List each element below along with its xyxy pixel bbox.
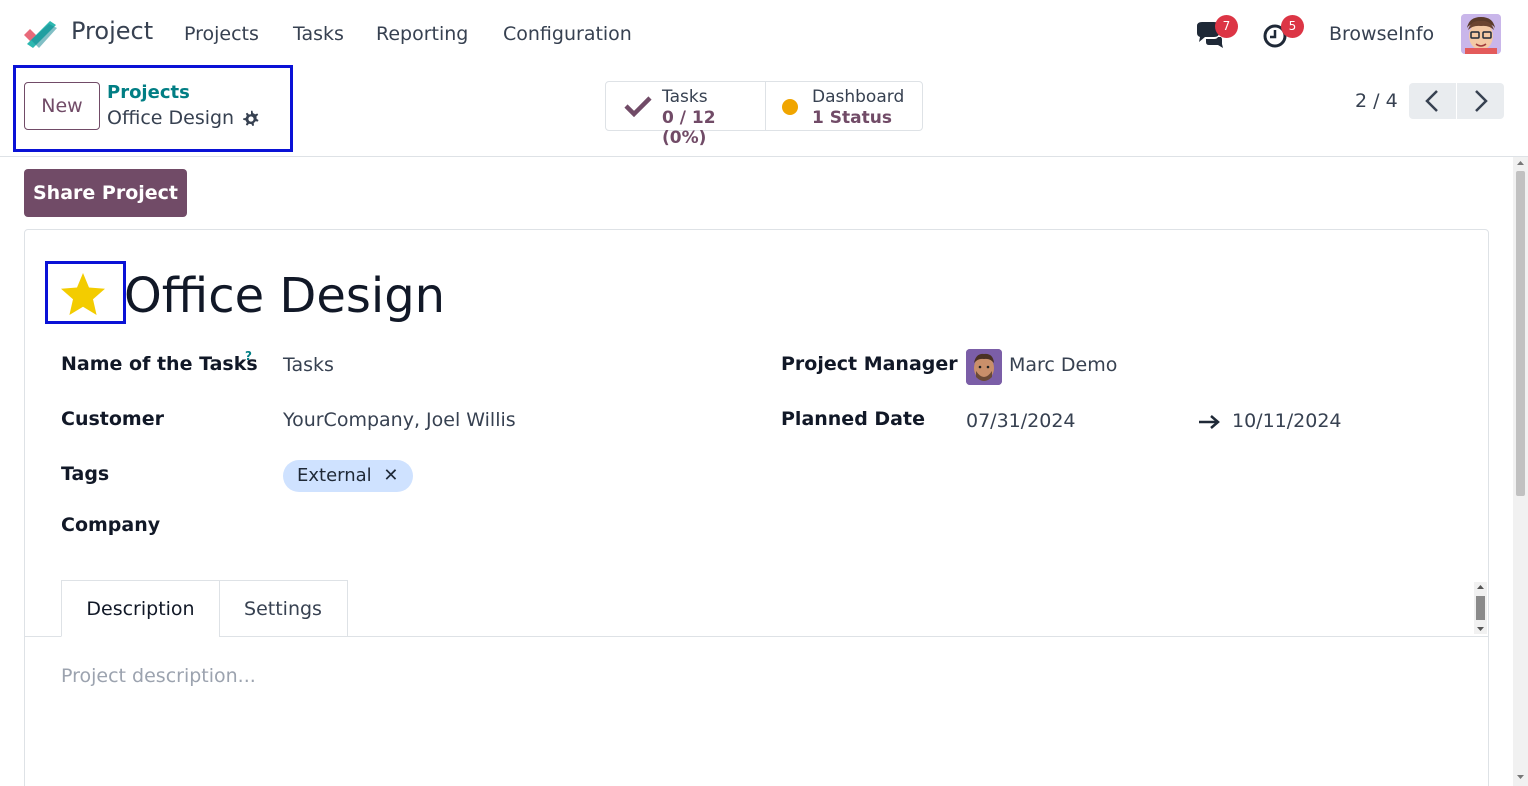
tabs-scrollbar-thumb[interactable]	[1476, 596, 1485, 620]
gear-icon[interactable]	[242, 110, 260, 128]
favorite-star-icon[interactable]	[60, 272, 106, 316]
menu-tasks[interactable]: Tasks	[293, 23, 344, 45]
page-scroll-up-icon[interactable]	[1517, 160, 1524, 166]
tags-label: Tags	[61, 463, 110, 485]
dashboard-stat-value: 1 Status	[812, 108, 892, 128]
dashboard-stat-label: Dashboard	[812, 87, 905, 107]
project-manager-field[interactable]: Marc Demo	[1009, 354, 1117, 376]
top-navbar: Project Projects Tasks Reporting Configu…	[0, 0, 1528, 68]
tasks-stat-value: 0 / 12 (0%)	[662, 108, 716, 148]
pager-value[interactable]: 2 / 4	[1355, 90, 1398, 112]
app-name[interactable]: Project	[71, 17, 153, 45]
status-dot-icon	[782, 99, 798, 115]
page-scrollbar[interactable]	[1513, 157, 1528, 786]
pager-previous-button[interactable]	[1409, 83, 1456, 119]
menu-reporting[interactable]: Reporting	[376, 23, 468, 45]
description-editor[interactable]: Project description...	[61, 665, 256, 687]
page-scrollbar-thumb[interactable]	[1516, 171, 1525, 496]
dashboard-stat-button[interactable]: Dashboard 1 Status	[765, 81, 923, 131]
chevron-right-icon	[1475, 90, 1488, 112]
tag-external[interactable]: External ✕	[283, 460, 413, 492]
manager-avatar-icon	[966, 349, 1002, 385]
manager-avatar	[966, 349, 1002, 385]
chevron-left-icon	[1425, 90, 1438, 112]
messages-badge: 7	[1215, 15, 1238, 38]
activities-badge: 5	[1281, 15, 1304, 38]
menu-configuration[interactable]: Configuration	[503, 23, 632, 45]
planned-date-label: Planned Date	[781, 408, 925, 430]
company-label: Company	[61, 514, 161, 536]
breadcrumb-current: Office Design	[107, 107, 235, 129]
scroll-down-icon[interactable]	[1477, 626, 1484, 632]
tasks-stat-label: Tasks	[662, 87, 708, 107]
tasks-stat-button[interactable]: Tasks 0 / 12 (0%)	[605, 81, 766, 148]
project-title[interactable]: Office Design	[124, 268, 445, 324]
tasks-name-field[interactable]: Tasks	[283, 354, 334, 376]
tabs-scrollbar[interactable]	[1474, 582, 1487, 634]
scroll-up-icon[interactable]	[1477, 584, 1484, 590]
project-manager-label: Project Manager	[781, 353, 958, 375]
tab-settings[interactable]: Settings	[219, 580, 348, 637]
menu-projects[interactable]: Projects	[184, 23, 259, 45]
check-icon	[624, 96, 652, 117]
customer-label: Customer	[61, 408, 164, 430]
breadcrumb-projects-link[interactable]: Projects	[107, 82, 190, 103]
user-avatar-icon	[1461, 14, 1501, 54]
planned-end-date-field[interactable]: 10/11/2024	[1232, 410, 1342, 432]
planned-start-date-field[interactable]: 07/31/2024	[966, 410, 1076, 432]
tag-label: External	[297, 465, 372, 486]
customer-field[interactable]: YourCompany, Joel Willis	[283, 409, 516, 431]
user-name[interactable]: BrowseInfo	[1329, 23, 1434, 45]
tab-description[interactable]: Description	[61, 580, 220, 637]
tasks-name-label: Name of the Tasks	[61, 353, 258, 375]
help-tooltip-icon[interactable]: ?	[245, 349, 252, 363]
tag-remove-icon[interactable]: ✕	[383, 465, 398, 486]
share-project-button[interactable]: Share Project	[24, 169, 187, 217]
new-button[interactable]: New	[24, 82, 100, 130]
project-app-logo-icon[interactable]	[22, 18, 58, 50]
pager-next-button[interactable]	[1457, 83, 1504, 119]
arrow-right-icon	[1199, 415, 1220, 429]
page-scroll-down-icon[interactable]	[1517, 774, 1524, 780]
user-avatar[interactable]	[1461, 14, 1501, 54]
